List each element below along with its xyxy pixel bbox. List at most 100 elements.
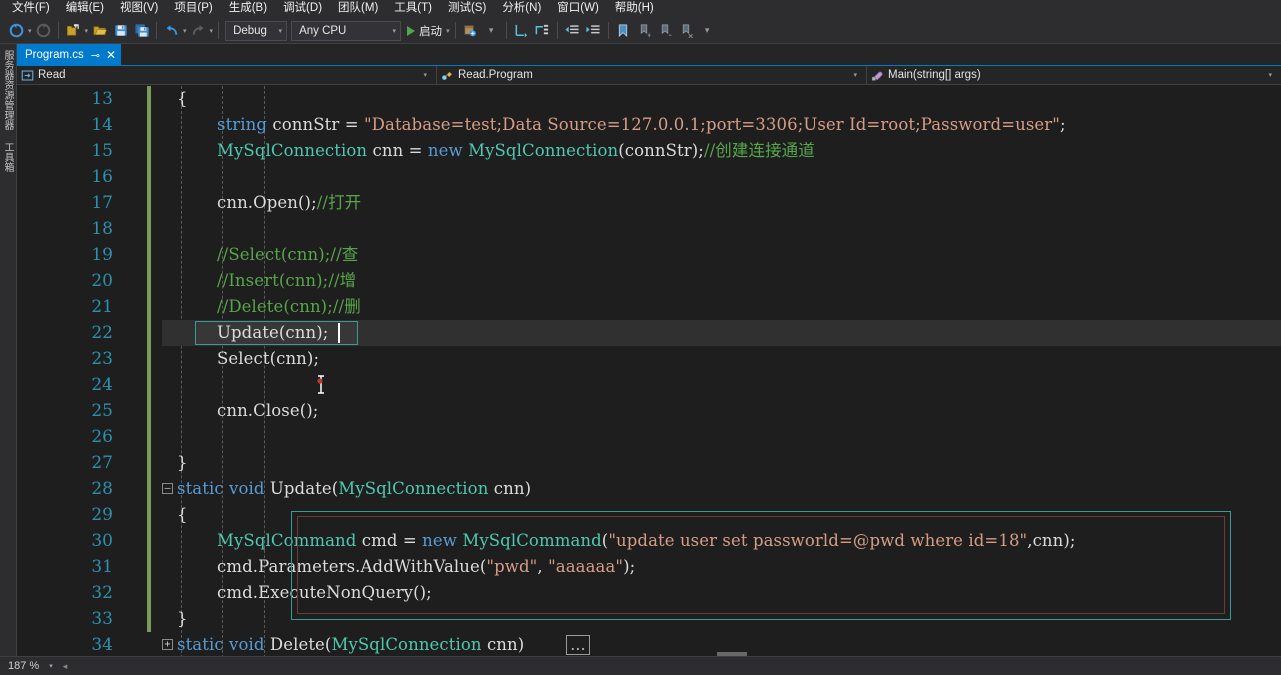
code-line[interactable]: //Delete(cnn);//删 — [217, 294, 361, 320]
menu-tools[interactable]: 工具(T) — [386, 0, 440, 18]
standard-toolbar: ▾ ▾ ▾ ▾ Debug ▾ Any CPU ▾ 启动 ▾ ▾ ▾ — [0, 18, 1281, 44]
process-icon — [464, 25, 476, 37]
previous-bookmark-button[interactable] — [634, 20, 655, 42]
code-editor[interactable]: 13 {14 string connStr = "Database=test;Dat… — [17, 86, 1281, 656]
line-number: 31 — [91, 557, 113, 577]
undo-dropdown[interactable]: ▾ — [183, 27, 187, 35]
new-project-dropdown[interactable]: ▾ — [85, 27, 89, 35]
code-token: //Delete(cnn);//删 — [217, 297, 361, 316]
step-over-button[interactable] — [532, 20, 553, 42]
navbar-member-dropdown[interactable]: Main(string[] args) ▾ — [867, 66, 1281, 84]
save-button[interactable] — [110, 20, 131, 42]
code-line[interactable]: static void Update(MySqlConnection cnn) — [177, 476, 531, 502]
step-into-icon — [515, 24, 528, 38]
code-line[interactable]: MySqlConnection cnn = new MySqlConnectio… — [217, 138, 815, 164]
indent-decrease-button[interactable] — [562, 20, 583, 42]
menu-window[interactable]: 窗口(W) — [549, 0, 607, 18]
chevron-down-icon: ▾ — [392, 27, 397, 35]
toolbar-separator-7 — [607, 22, 609, 39]
solution-configuration-combo[interactable]: Debug ▾ — [225, 20, 288, 41]
navigate-backward-button[interactable] — [6, 20, 27, 42]
code-token: MySqlConnection — [338, 479, 489, 498]
step-into-button[interactable] — [511, 20, 532, 42]
code-token: void — [229, 479, 265, 498]
menu-test[interactable]: 测试(S) — [440, 0, 494, 18]
tab-program-cs[interactable]: Program.cs ⊸ ✕ — [17, 44, 122, 66]
toolbar-options-1[interactable]: ▾ — [481, 20, 502, 42]
code-line[interactable]: cmd.ExecuteNonQuery(); — [217, 580, 432, 606]
code-line[interactable]: string connStr = "Database=test;Data Sou… — [217, 112, 1066, 138]
toggle-bookmark-button[interactable] — [613, 20, 634, 42]
pin-icon[interactable]: ⊸ — [91, 49, 100, 62]
toolbar-overflow-button[interactable]: ▾ — [697, 20, 718, 42]
close-icon[interactable]: ✕ — [106, 48, 116, 62]
new-project-button[interactable] — [63, 20, 84, 42]
menu-help[interactable]: 帮助(H) — [607, 0, 662, 18]
navbar-type-dropdown[interactable]: Read.Program ▾ — [437, 66, 867, 84]
menu-project[interactable]: 项目(P) — [166, 0, 220, 18]
code-surface[interactable]: 13 {14 string connStr = "Database=test;Dat… — [17, 86, 1281, 656]
code-token: MySqlConnection — [468, 141, 619, 160]
bookmark-prev-icon — [640, 24, 651, 38]
code-line[interactable]: cnn.Open();//打开 — [217, 190, 361, 216]
navbar-member-label: Main(string[] args) — [888, 69, 981, 81]
clear-bookmarks-button[interactable] — [676, 20, 697, 42]
code-line[interactable]: Select(cnn); — [217, 346, 319, 372]
code-token: void — [229, 635, 265, 654]
navigate-forward-button[interactable] — [33, 20, 54, 42]
step-over-icon — [535, 24, 549, 35]
bookmark-next-icon — [661, 24, 672, 36]
code-line[interactable]: { — [177, 502, 188, 528]
zoom-level-label[interactable]: 187 % — [8, 660, 39, 672]
navbar-project-dropdown[interactable]: Read ▾ — [17, 66, 437, 84]
attach-to-process-button[interactable] — [460, 20, 481, 42]
collapse-region-icon[interactable]: – — [162, 483, 173, 494]
menu-debug[interactable]: 调试(D) — [275, 0, 330, 18]
line-number: 14 — [91, 115, 113, 135]
save-all-button[interactable] — [131, 20, 152, 42]
code-line[interactable]: //Select(cnn);//查 — [217, 242, 358, 268]
status-nav-arrow-icon[interactable]: ◂ — [63, 661, 68, 672]
open-file-button[interactable] — [89, 20, 110, 42]
status-bar: 187 % ▾ ◂ — [0, 656, 1281, 675]
line-number: 22 — [91, 323, 113, 343]
menu-build[interactable]: 生成(B) — [221, 0, 275, 18]
toolbar-separator-3 — [218, 22, 220, 39]
collapsed-region-ellipsis[interactable]: ... — [566, 635, 590, 655]
code-line[interactable]: MySqlCommand cmd = new MySqlCommand("upd… — [217, 528, 1076, 554]
redo-button[interactable] — [188, 20, 209, 42]
code-line[interactable]: cnn.Close(); — [217, 398, 318, 424]
next-bookmark-button[interactable] — [655, 20, 676, 42]
start-debug-dropdown[interactable]: ▾ — [446, 27, 450, 35]
redo-dropdown[interactable]: ▾ — [210, 27, 214, 35]
expand-region-icon[interactable]: + — [162, 639, 173, 650]
code-line[interactable]: cmd.Parameters.AddWithValue("pwd", "aaaa… — [217, 554, 635, 580]
code-line[interactable]: //Insert(cnn);//增 — [217, 268, 356, 294]
code-line[interactable]: } — [177, 450, 188, 476]
solution-platform-combo[interactable]: Any CPU ▾ — [291, 20, 402, 41]
dock-tab-toolbox[interactable]: 工具箱 — [0, 136, 16, 178]
code-line[interactable]: } — [177, 606, 188, 632]
menu-file[interactable]: 文件(F) — [4, 0, 58, 18]
menu-view[interactable]: 视图(V) — [112, 0, 166, 18]
menu-edit[interactable]: 编辑(E) — [58, 0, 112, 18]
start-debug-button[interactable]: 启动 — [403, 20, 445, 41]
code-token: //打开 — [316, 193, 362, 212]
code-token: , — [537, 557, 549, 576]
outdent-icon — [565, 25, 579, 34]
code-line[interactable]: { — [177, 86, 188, 112]
code-token: MySqlConnection — [217, 141, 368, 160]
code-line[interactable]: static void Delete(MySqlConnection cnn) — [177, 632, 524, 656]
menu-analyze[interactable]: 分析(N) — [494, 0, 549, 18]
save-all-icon — [134, 24, 149, 37]
menu-team[interactable]: 团队(M) — [330, 0, 386, 18]
dock-tab-server-explorer[interactable]: 服务器资源管理器 — [0, 44, 16, 136]
chevron-down-icon: ▾ — [278, 27, 283, 35]
zoom-dropdown-icon[interactable]: ▾ — [49, 662, 53, 670]
undo-button[interactable] — [161, 20, 182, 42]
new-project-icon — [67, 23, 79, 36]
navigate-backward-dropdown[interactable]: ▾ — [28, 27, 32, 35]
save-disk-icon — [114, 25, 127, 36]
indent-increase-button[interactable] — [583, 20, 604, 42]
code-token: } — [177, 453, 188, 472]
